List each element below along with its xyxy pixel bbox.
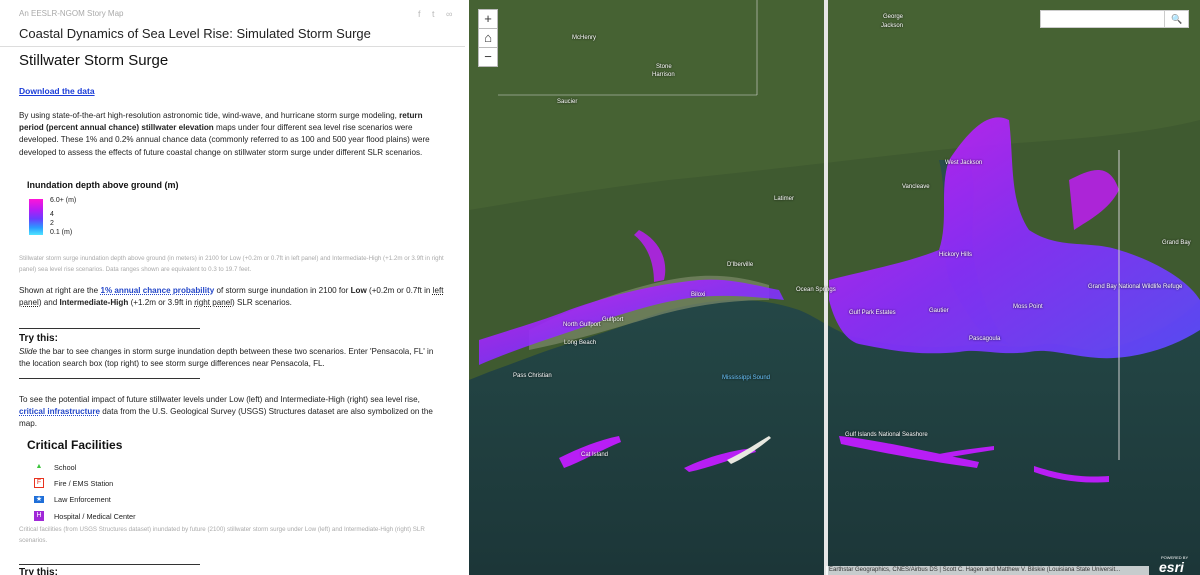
map-label: McHenry xyxy=(572,35,597,41)
map-label: North Gulfport xyxy=(563,322,601,328)
facilities-caption: Critical facilities (from USGS Structure… xyxy=(19,526,425,544)
legend-label-2: 2 xyxy=(50,220,54,227)
search-icon[interactable]: 🔍 xyxy=(1164,11,1189,27)
divider xyxy=(19,328,200,329)
annual-chance-link[interactable]: 1% annual chance probability xyxy=(100,286,214,295)
try-this-heading-2: Try this: xyxy=(19,567,58,575)
legend-label-max: 6.0+ (m) xyxy=(50,197,77,204)
law-enforcement-icon: ★ xyxy=(34,496,44,503)
legend-caption: Stillwater storm surge inundation depth … xyxy=(19,255,444,273)
map-label: Jackson xyxy=(881,23,904,29)
location-search: 🔍 xyxy=(1040,10,1189,28)
try-this-text: Slide the bar to see changes in storm su… xyxy=(19,347,434,369)
school-icon: ▲ xyxy=(35,463,43,470)
legend-title: Inundation depth above ground (m) xyxy=(27,180,179,190)
zoom-in-button[interactable]: + xyxy=(478,9,498,29)
critical-infrastructure-link[interactable]: critical infrastructure xyxy=(19,407,100,416)
zoom-out-button[interactable]: − xyxy=(478,47,498,67)
twitter-icon[interactable]: t xyxy=(432,9,435,19)
story-panel: An EESLR-NGOM Story Map f t ∞ Coastal Dy… xyxy=(0,0,465,575)
map-label: Grand Bay xyxy=(1162,240,1191,246)
esri-logo[interactable]: esri xyxy=(1159,559,1184,575)
map-attribution[interactable]: Earthstar Geographics, CNES/Airbus DS | … xyxy=(826,566,1149,575)
fire-station-icon: F xyxy=(34,478,44,488)
story-title: Coastal Dynamics of Sea Level Rise: Simu… xyxy=(19,26,371,41)
map-label: Gulf Park Estates xyxy=(849,310,896,316)
legend-label-min: 0.1 (m) xyxy=(50,229,73,236)
map-label: Latimer xyxy=(774,196,795,202)
map-label: Biloxi xyxy=(691,292,706,298)
download-data-link[interactable]: Download the data xyxy=(19,86,95,96)
legend-color-ramp xyxy=(29,199,43,235)
map-label: Cat Island xyxy=(581,452,609,458)
shown-paragraph: Shown at right are the 1% annual chance … xyxy=(19,286,444,308)
map-label: Gulfport xyxy=(602,317,624,323)
link-icon[interactable]: ∞ xyxy=(446,9,452,19)
map-label: Pascagoula xyxy=(969,336,1001,342)
hospital-icon: H xyxy=(34,511,44,521)
map-label: Gulf Islands National Seashore xyxy=(845,432,928,438)
search-input[interactable] xyxy=(1041,11,1167,27)
infrastructure-paragraph: To see the potential impact of future st… xyxy=(19,395,433,429)
map-label: D'Iberville xyxy=(727,262,754,268)
map-label: Pass Christian xyxy=(513,373,552,379)
critical-facilities-title: Critical Facilities xyxy=(27,438,123,452)
map-label: Hickory Hills xyxy=(939,252,972,258)
map-label: Vancleave xyxy=(902,184,930,190)
home-button[interactable]: ⌂ xyxy=(478,28,498,48)
map-label: Mississippi Sound xyxy=(722,375,771,381)
map-label: Ocean Springs xyxy=(796,287,836,293)
map-label: Harrison xyxy=(652,72,675,78)
map-label: West Jackson xyxy=(945,160,983,166)
app-label: An EESLR-NGOM Story Map xyxy=(19,9,124,18)
right-panel-link[interactable]: right panel xyxy=(194,298,232,307)
title-divider xyxy=(0,46,465,47)
map-label: Moss Point xyxy=(1013,304,1043,310)
map-label: Long Beach xyxy=(564,340,597,346)
section-heading: Stillwater Storm Surge xyxy=(19,52,169,69)
map-label: Grand Bay National Wildlife Refuge xyxy=(1088,284,1183,290)
try-this-heading: Try this: xyxy=(19,333,58,344)
map-label: George xyxy=(883,14,904,20)
facebook-icon[interactable]: f xyxy=(418,9,421,19)
legend-label-4: 4 xyxy=(50,211,54,218)
map-label: Stone xyxy=(656,64,672,70)
divider xyxy=(19,378,200,379)
map-view[interactable]: + ⌂ − 🔍 George Jackson McHenry Stone Har… xyxy=(469,0,1200,575)
map-label: Gautier xyxy=(929,308,949,314)
divider xyxy=(19,564,200,565)
map-label: Saucier xyxy=(557,99,578,105)
intro-paragraph: By using state-of-the-art high-resolutio… xyxy=(19,111,430,157)
